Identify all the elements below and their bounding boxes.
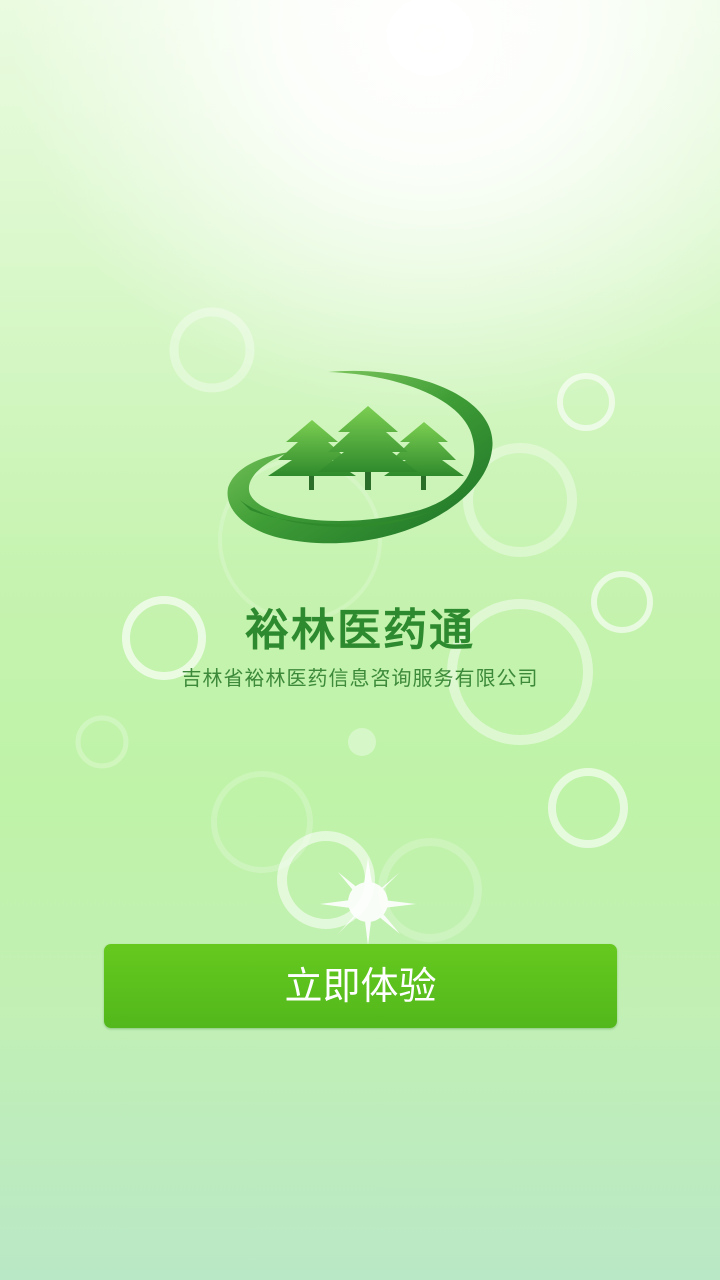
- company-name-subtitle: 吉林省裕林医药信息咨询服务有限公司: [181, 666, 539, 690]
- app-name-title: 裕林医药通: [245, 605, 475, 656]
- pine-trees-logo-icon: [227, 370, 493, 544]
- start-experience-button[interactable]: 立即体验: [104, 944, 617, 1028]
